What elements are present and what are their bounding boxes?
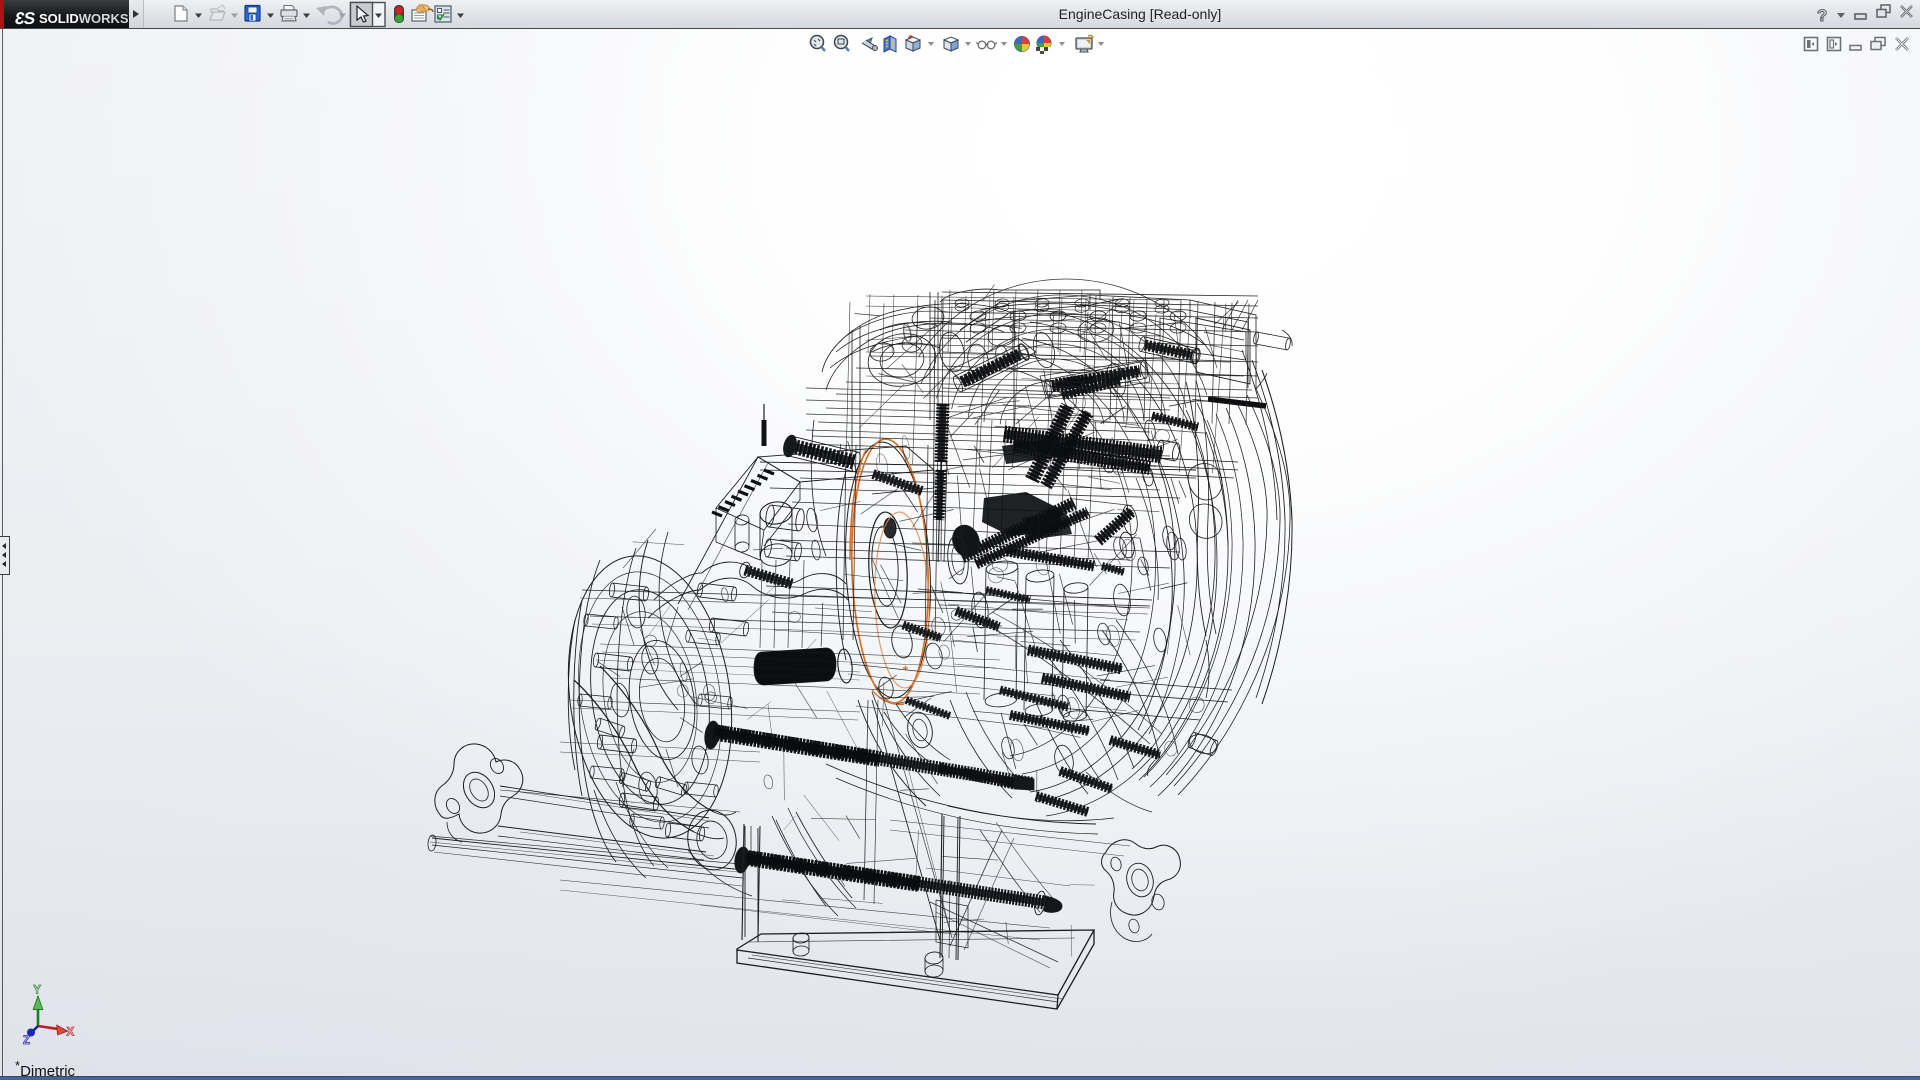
svg-text:Z: Z (23, 1035, 30, 1047)
svg-text:X: X (67, 1027, 75, 1039)
svg-text:?: ? (1817, 6, 1827, 25)
svg-text:SOLIDWORKS: SOLIDWORKS (39, 11, 129, 26)
svg-text:Y: Y (33, 985, 41, 997)
svg-text:S: S (23, 9, 37, 28)
